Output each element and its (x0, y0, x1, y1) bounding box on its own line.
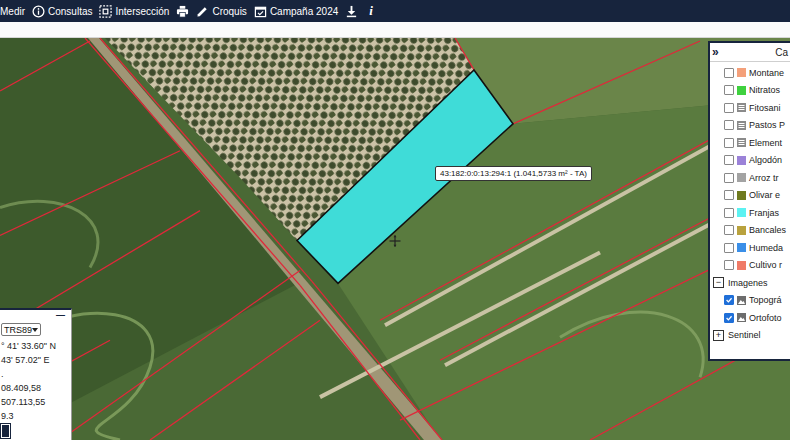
sigpac-viewer: Medir Consultas Intersección Croquis Campaña… (0, 0, 790, 440)
layer-color-icon (737, 208, 746, 217)
move-cursor-icon (389, 235, 401, 247)
toolbar: Medir Consultas Intersección Croquis Campaña… (0, 0, 790, 22)
layer-checkbox[interactable] (724, 208, 734, 218)
image-layer-item[interactable]: Topográ (710, 292, 790, 310)
coordinate-value: ° 41' 33.60" N (1, 339, 69, 353)
layer-item[interactable]: Arroz tr (710, 169, 790, 187)
coordinate-value: 507.113,55 (1, 395, 69, 409)
layer-checkbox[interactable] (724, 225, 734, 235)
table-icon (737, 138, 746, 147)
group-toggle[interactable]: + (713, 330, 724, 341)
coordinate-value: 08.409,58 (1, 381, 69, 395)
dropdown-arrow-icon (32, 328, 38, 332)
layer-color-icon (737, 86, 746, 95)
layer-color-icon (737, 173, 746, 182)
layer-color-icon (737, 226, 746, 235)
layer-checkbox[interactable] (724, 260, 734, 270)
measure-tool[interactable]: Medir (0, 6, 25, 17)
layer-item[interactable]: Cultivo r (710, 257, 790, 275)
layer-item[interactable]: Fitosani (710, 99, 790, 117)
about-tool[interactable]: i (365, 3, 377, 19)
layer-color-icon (737, 261, 746, 270)
image-icon (737, 296, 746, 305)
layer-color-icon (737, 243, 746, 252)
layer-group[interactable]: +Sentinel (710, 327, 790, 345)
calendar-icon (254, 5, 267, 18)
layer-checkbox[interactable] (724, 295, 734, 305)
layer-checkbox[interactable] (724, 243, 734, 253)
layer-color-icon (737, 191, 746, 200)
layer-checkbox[interactable] (724, 313, 734, 323)
image-icon (737, 313, 746, 322)
sketch-tool[interactable]: Croquis (196, 5, 246, 18)
collapse-button[interactable]: » (712, 46, 719, 58)
layer-checkbox[interactable] (724, 155, 734, 165)
coordinates-panel: — TRS89 ° 41' 33.60" N43' 57.02" E.08.409,… (0, 308, 72, 440)
check-icon (725, 314, 733, 322)
coordinates-button[interactable] (1, 424, 10, 438)
layer-item[interactable]: Olivar e (710, 187, 790, 205)
layers-header: » Ca (710, 43, 790, 62)
layer-item[interactable]: Pastos P (710, 117, 790, 135)
info-tool[interactable]: Consultas (32, 5, 92, 18)
layer-color-icon (737, 156, 746, 165)
layer-checkbox[interactable] (724, 85, 734, 95)
parcel-tooltip: 43:182:0:0:13:294:1 (1.041,5733 m² - TA) (435, 166, 592, 181)
download-icon (345, 5, 358, 18)
image-layer-item[interactable]: Ortofoto (710, 309, 790, 327)
coordinate-value: . (1, 367, 69, 381)
layer-item[interactable]: Humeda (710, 239, 790, 257)
layer-item[interactable]: Montane (710, 64, 790, 82)
intersect-tool[interactable]: Intersección (99, 5, 169, 18)
layer-checkbox[interactable] (724, 138, 734, 148)
layer-color-icon (737, 68, 746, 77)
coordinate-value: 9.3 (1, 409, 69, 423)
group-toggle[interactable]: − (713, 277, 724, 288)
calendar-tool[interactable]: Campaña 2024 (254, 5, 338, 18)
minimize-button[interactable]: — (56, 310, 69, 321)
table-icon (737, 121, 746, 130)
layer-checkbox[interactable] (724, 68, 734, 78)
layers-title: Ca (775, 47, 788, 58)
layer-item[interactable]: Algodón (710, 152, 790, 170)
layers-list: MontaneNitratosFitosaniPastos PElementAl… (710, 62, 790, 359)
datum-select[interactable]: TRS89 (1, 323, 41, 336)
pencil-icon (196, 5, 209, 18)
print-tool[interactable] (176, 5, 189, 18)
table-icon (737, 103, 746, 112)
coordinate-value: 43' 57.02" E (1, 353, 69, 367)
layer-checkbox[interactable] (724, 173, 734, 183)
coordinates-header: — (1, 310, 69, 321)
layer-item[interactable]: Bancales (710, 222, 790, 240)
layer-checkbox[interactable] (724, 190, 734, 200)
layer-item[interactable]: Franjas (710, 204, 790, 222)
layer-checkbox[interactable] (724, 103, 734, 113)
layer-checkbox[interactable] (724, 120, 734, 130)
download-tool[interactable] (345, 5, 358, 18)
check-icon (725, 296, 733, 304)
printer-icon (176, 5, 189, 18)
layers-panel: » Ca MontaneNitratosFitosaniPastos PElemen… (708, 41, 790, 361)
layer-group[interactable]: −Imagenes (710, 274, 790, 292)
info-icon (32, 5, 45, 18)
intersection-icon (99, 5, 112, 18)
map-view[interactable]: 43:182:0:0:13:294:1 (1.041,5733 m² - TA)… (0, 38, 790, 440)
sub-toolbar (0, 22, 790, 38)
layer-item[interactable]: Element (710, 134, 790, 152)
layer-item[interactable]: Nitratos (710, 82, 790, 100)
